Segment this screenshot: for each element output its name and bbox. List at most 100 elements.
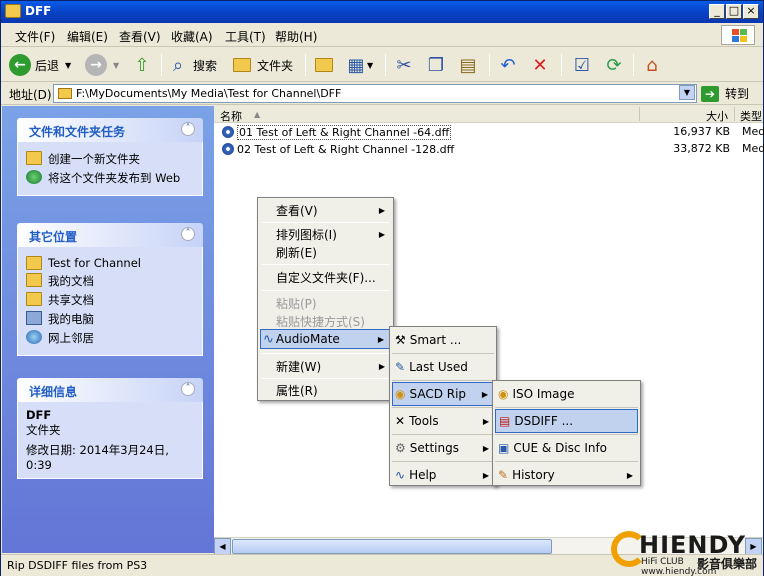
chevron-down-icon: ▼ <box>65 60 72 70</box>
publish-web-task[interactable]: 将这个文件夹发布到 Web <box>26 170 194 186</box>
menu-item-view[interactable]: 查看(V) ▶ <box>260 200 391 220</box>
menu-item-audiomate[interactable]: ∿ AudioMate ▶ <box>260 329 391 349</box>
collapse-icon[interactable]: ˄ <box>181 382 195 396</box>
menu-item-last-used[interactable]: ✎ Last Used <box>392 355 494 379</box>
folder-icon <box>5 4 21 18</box>
scroll-thumb[interactable] <box>232 539 552 554</box>
menu-item-label: ISO Image <box>512 387 575 401</box>
collapse-icon[interactable]: ˄ <box>181 227 195 241</box>
submenu-arrow-icon: ▶ <box>378 205 385 215</box>
search-button[interactable]: ⌕ 搜索 <box>167 52 217 78</box>
file-row[interactable]: 02 Test of Left & Right Channel -128.dff <box>222 141 454 157</box>
minimize-button[interactable]: _ <box>709 4 725 19</box>
back-label: 后退 <box>35 58 60 73</box>
place-test-for-channel[interactable]: Test for Channel <box>26 256 194 270</box>
menu-item-tools[interactable]: ✕ Tools ▶ <box>392 409 494 433</box>
place-shared-documents[interactable]: 共享文档 <box>26 292 194 308</box>
computer-icon <box>26 311 42 325</box>
paste-button[interactable]: ▤ <box>457 52 479 78</box>
menu-edit[interactable]: 编辑(E) <box>67 28 108 45</box>
close-button[interactable]: × <box>743 4 759 19</box>
place-network[interactable]: 网上邻居 <box>26 330 194 346</box>
details-modified: 修改日期: 2014年3月24日, 0:39 <box>26 443 169 472</box>
menu-file[interactable]: 文件(F) <box>15 28 55 45</box>
menu-item-arrange-icons[interactable]: 排列图标(I) ▶ <box>260 224 391 244</box>
views-button[interactable]: ▦ ▼ <box>345 52 373 78</box>
properties-icon: ☑ <box>573 54 591 76</box>
column-name[interactable]: 名称 <box>220 108 242 124</box>
chevron-down-icon: ▼ <box>113 60 120 70</box>
back-button[interactable]: ← 后退 ▼ <box>9 52 71 78</box>
file-row[interactable]: 01 Test of Left & Right Channel -64.dff <box>222 124 452 140</box>
other-places-header[interactable]: 其它位置 ˄ <box>17 223 203 247</box>
home-button[interactable]: ⌂ <box>641 52 663 78</box>
properties-button[interactable]: ☑ <box>571 52 593 78</box>
file-tasks-title: 文件和文件夹任务 <box>29 125 126 139</box>
submenu-arrow-icon: ▶ <box>482 470 489 480</box>
menu-item-properties[interactable]: 属性(R) <box>260 380 391 400</box>
column-size[interactable]: 大小 <box>706 108 728 124</box>
file-tasks-header[interactable]: 文件和文件夹任务 ˄ <box>17 118 203 142</box>
place-label: 共享文档 <box>48 293 94 307</box>
delete-button[interactable]: ✕ <box>529 52 551 78</box>
menu-item-label: Settings <box>409 441 459 455</box>
go-button[interactable]: ➔ 转到 <box>701 84 759 103</box>
place-my-documents[interactable]: 我的文档 <box>26 273 194 289</box>
menu-item-settings[interactable]: ⚙ Settings ▶ <box>392 436 494 460</box>
collapse-icon[interactable]: ˄ <box>181 122 195 136</box>
menu-item-history[interactable]: ✎ History ▶ <box>495 463 638 487</box>
search-icon: ⌕ <box>172 54 184 76</box>
disc-icon: ◉ <box>395 387 406 401</box>
windows-logo-icon <box>721 25 755 45</box>
column-type[interactable]: 类型 <box>740 108 762 124</box>
forward-arrow-icon: → <box>85 54 107 76</box>
window-title: DFF <box>25 4 52 18</box>
address-path: F:\MyDocuments\My Media\Test for Channel… <box>76 87 342 100</box>
delete-icon: ✕ <box>532 54 548 76</box>
address-input[interactable]: F:\MyDocuments\My Media\Test for Channel… <box>53 84 697 103</box>
submenu-arrow-icon: ▶ <box>626 470 633 480</box>
task-pane: 文件和文件夹任务 ˄ 创建一个新文件夹 将这个文件夹发布到 Web 其它位置 ˄ <box>2 106 214 553</box>
menu-item-help[interactable]: ∿ Help ▶ <box>392 463 494 487</box>
menu-help[interactable]: 帮助(H) <box>275 28 317 45</box>
file-type: Med <box>742 142 764 155</box>
menu-item-smart[interactable]: ⚒ Smart ... <box>392 328 494 352</box>
forward-button[interactable]: → ▼ <box>85 52 119 78</box>
copy-button[interactable]: ❐ <box>425 52 447 78</box>
maximize-button[interactable]: □ <box>726 4 742 19</box>
cut-button[interactable]: ✂ <box>393 52 415 78</box>
menu-item-label: Smart ... <box>409 333 462 347</box>
menu-item-dsdiff[interactable]: ▤ DSDIFF ... <box>495 409 638 433</box>
menu-item-cue-disc-info[interactable]: ▣ CUE & Disc Info <box>495 436 638 460</box>
menu-item-label: 自定义文件夹(F)... <box>276 270 376 285</box>
back-arrow-icon: ← <box>9 54 31 76</box>
menu-item-iso-image[interactable]: ◉ ISO Image <box>495 382 638 406</box>
menu-item-label: AudioMate <box>275 332 340 346</box>
place-label: 我的电脑 <box>48 312 94 326</box>
menu-item-refresh[interactable]: 刷新(E) <box>260 242 391 262</box>
place-my-computer[interactable]: 我的电脑 <box>26 311 194 327</box>
undo-button[interactable]: ↶ <box>497 52 519 78</box>
sync-icon: ⟳ <box>606 54 622 76</box>
up-folder-button[interactable]: ⇧ <box>131 52 153 78</box>
hiendy-watermark: HIENDY HiFi CLUB www.hiendy.com 影音俱樂部 <box>611 531 761 577</box>
go-arrow-icon: ➔ <box>701 85 719 102</box>
title-bar[interactable]: DFF _ □ × <box>1 1 763 23</box>
menu-tools[interactable]: 工具(T) <box>225 28 266 45</box>
details-header[interactable]: 详细信息 ˄ <box>17 378 203 402</box>
menu-item-sacd-rip[interactable]: ◉ SACD Rip ▶ <box>392 382 494 406</box>
folder-options-button[interactable] <box>313 52 335 78</box>
scroll-left-button[interactable]: ◀ <box>214 538 231 555</box>
menu-favorites[interactable]: 收藏(A) <box>171 28 213 45</box>
address-dropdown-button[interactable]: ▼ <box>679 85 695 100</box>
watermark-cn: 影音俱樂部 <box>697 557 758 571</box>
menu-view[interactable]: 查看(V) <box>119 28 161 45</box>
menu-item-label: 排列图标(I) <box>276 227 337 242</box>
menu-item-customize[interactable]: 自定义文件夹(F)... <box>260 267 391 287</box>
disc-icon: ◉ <box>498 387 509 401</box>
folders-button[interactable]: 文件夹 <box>231 52 293 78</box>
explorer-window: DFF _ □ × 文件(F) 编辑(E) 查看(V) 收藏(A) 工具(T) … <box>0 0 764 577</box>
menu-item-new[interactable]: 新建(W) ▶ <box>260 356 391 376</box>
new-folder-task[interactable]: 创建一个新文件夹 <box>26 151 194 167</box>
sync-button[interactable]: ⟳ <box>603 52 625 78</box>
